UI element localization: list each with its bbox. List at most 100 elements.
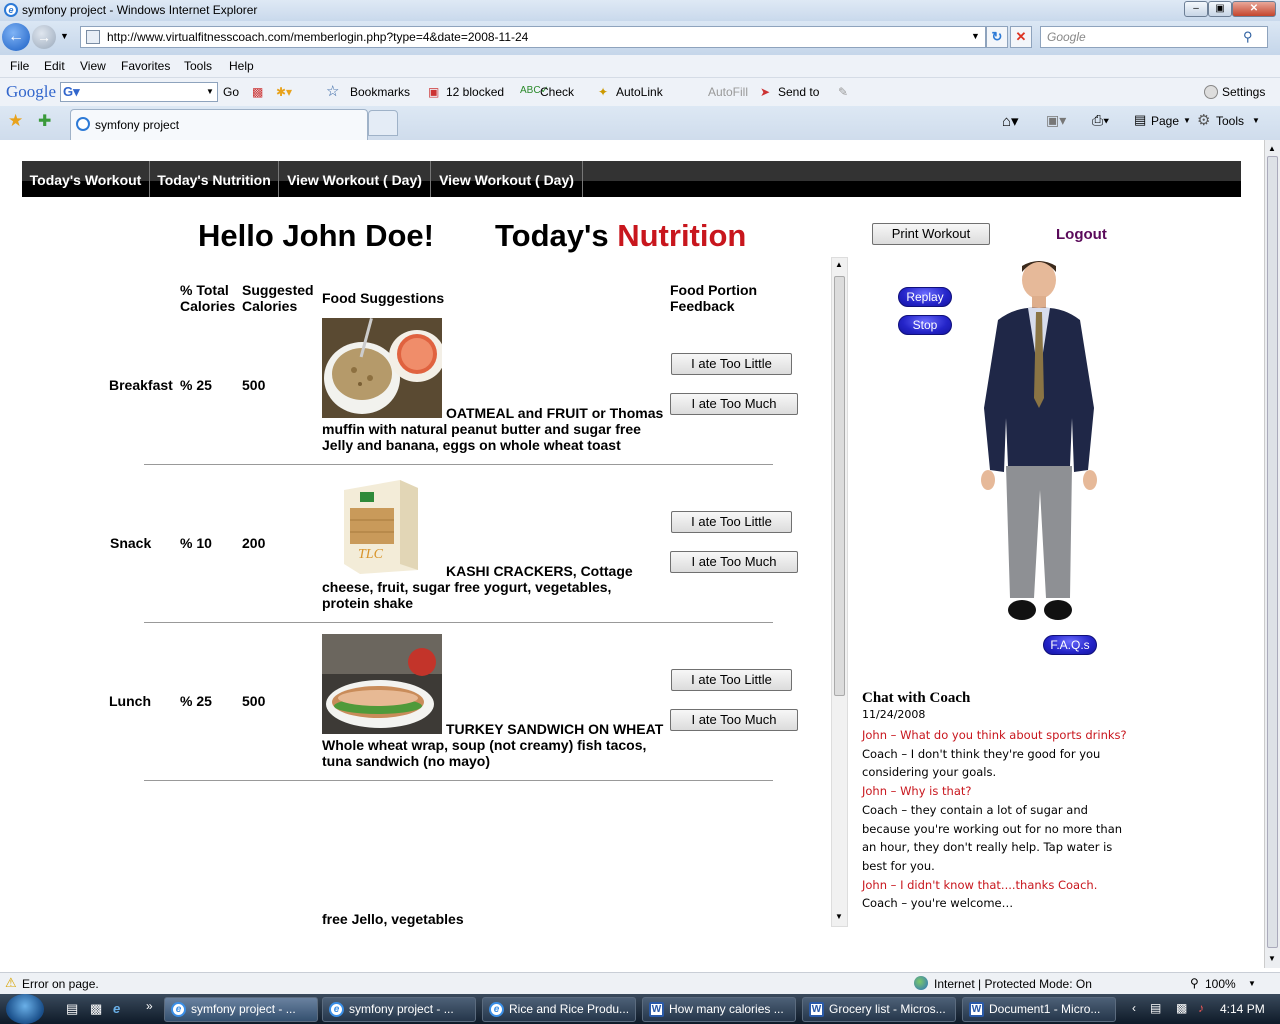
home-icon[interactable]: ⌂▾ (1002, 112, 1019, 130)
autolink-button[interactable]: AutoLink (616, 85, 663, 99)
col-header-food-suggestions: Food Suggestions (322, 290, 445, 306)
maximize-button[interactable]: ▣ (1208, 1, 1232, 17)
col-header-suggested-line1: Suggested (242, 282, 314, 298)
nav-view-workout-1[interactable]: View Workout ( Day) (279, 161, 431, 197)
popup-blocked-count[interactable]: 12 blocked (446, 85, 504, 99)
quicklaunch-ie-icon[interactable]: e (113, 1001, 120, 1016)
start-button[interactable] (6, 994, 44, 1024)
food-line: Whole wheat wrap, soup (not creamy) fish… (322, 737, 647, 753)
menu-edit[interactable]: Edit (44, 59, 65, 73)
bookmarks-button[interactable]: Bookmarks (350, 85, 410, 99)
news-icon[interactable]: ▩ (252, 85, 263, 99)
menu-help[interactable]: Help (229, 59, 254, 73)
google-logo: Google (6, 82, 57, 101)
tray-volume-icon[interactable]: ♪ (1198, 1001, 1204, 1015)
google-search-input[interactable]: G▾ ▼ (60, 82, 218, 102)
row-separator (144, 780, 773, 781)
faqs-button[interactable]: F.A.Q.s (1043, 635, 1097, 655)
show-desktop-icon[interactable]: ▤ (66, 1001, 78, 1017)
popup-blocker-icon: ▣ (428, 85, 440, 99)
tab-active[interactable]: symfony project (70, 109, 368, 140)
menu-view[interactable]: View (80, 59, 106, 73)
refresh-button[interactable]: ↻ (986, 26, 1008, 48)
print-icon[interactable]: ⎙▾ (1092, 112, 1109, 129)
taskbar-item[interactable]: W Document1 - Micro... (962, 997, 1116, 1022)
tools-menu-chevron-icon[interactable]: ▼ (1252, 116, 1260, 125)
feeds-icon[interactable]: ▣▾ (1046, 112, 1066, 129)
meal-pct-breakfast: % 25 (180, 377, 212, 393)
logout-link[interactable]: Logout (1056, 226, 1107, 243)
minimize-button[interactable]: – (1184, 1, 1208, 17)
settings-button[interactable]: Settings (1222, 85, 1265, 99)
add-favorites-icon[interactable]: ✚ (38, 111, 51, 131)
page-menu[interactable]: Page (1151, 114, 1179, 128)
taskbar-item[interactable]: e symfony project - ... (322, 997, 476, 1022)
search-input[interactable]: Google ⚲ (1040, 26, 1268, 48)
menu-tools[interactable]: Tools (184, 59, 212, 73)
tray-network-icon[interactable]: ▤ (1150, 1001, 1161, 1015)
taskbar-item[interactable]: e Rice and Rice Produ... (482, 997, 636, 1022)
content-scrollbar[interactable]: ▲ ▼ (831, 257, 848, 927)
history-dropdown-icon[interactable]: ▼ (60, 31, 69, 41)
page-scrollbar[interactable]: ▲ ▼ (1264, 140, 1280, 968)
favorites-star-icon[interactable]: ★ (8, 111, 23, 131)
sendto-button[interactable]: Send to (778, 85, 819, 99)
tray-expand-icon[interactable]: ‹ (1132, 1001, 1136, 1015)
svg-text:TLC: TLC (358, 547, 384, 562)
bookmark-star-icon[interactable]: ✱▾ (276, 85, 292, 99)
nav-view-workout-2[interactable]: View Workout ( Day) (431, 161, 583, 197)
close-button[interactable]: ✕ (1232, 1, 1276, 17)
scroll-down-arrow-icon[interactable]: ▼ (835, 912, 843, 921)
google-dropdown-icon[interactable]: ▼ (206, 87, 214, 96)
stop-avatar-button[interactable]: Stop (898, 315, 952, 335)
stop-button[interactable]: ✕ (1010, 26, 1032, 48)
scrollbar-thumb[interactable] (834, 276, 845, 696)
address-bar[interactable]: http://www.virtualfitnesscoach.com/membe… (80, 26, 986, 48)
taskbar-item[interactable]: W How many calories ... (642, 997, 796, 1022)
new-tab-button[interactable] (368, 110, 398, 136)
warning-icon[interactable]: ⚠ (5, 975, 17, 991)
page-menu-chevron-icon[interactable]: ▼ (1183, 116, 1191, 125)
security-zone[interactable]: Internet | Protected Mode: On (934, 977, 1092, 991)
menu-favorites[interactable]: Favorites (121, 59, 170, 73)
tab-page-icon (76, 117, 90, 131)
taskbar-item-label: Grocery list - Micros... (829, 1002, 946, 1016)
snack-food-image: TLC (338, 478, 420, 574)
lunch-too-much-button[interactable]: I ate Too Much (670, 709, 798, 731)
page-scrollbar-thumb[interactable] (1267, 156, 1278, 948)
snack-too-much-button[interactable]: I ate Too Much (670, 551, 798, 573)
taskbar-item[interactable]: e symfony project - ... (164, 997, 318, 1022)
switch-windows-icon[interactable]: ▩ (90, 1001, 102, 1017)
menu-file[interactable]: File (10, 59, 29, 73)
page-scroll-up-icon[interactable]: ▲ (1268, 144, 1276, 153)
nav-todays-workout[interactable]: Today's Workout (22, 161, 150, 197)
chat-message-user: John – I didn't know that....thanks Coac… (862, 877, 1098, 892)
nav-todays-nutrition[interactable]: Today's Nutrition (150, 161, 279, 197)
print-workout-button[interactable]: Print Workout (872, 223, 990, 245)
highlight-icon[interactable]: ✎ (838, 85, 848, 99)
breakfast-too-much-button[interactable]: I ate Too Much (670, 393, 798, 415)
replay-button[interactable]: Replay (898, 287, 952, 307)
quicklaunch-more-icon[interactable]: » (146, 999, 153, 1013)
scroll-up-arrow-icon[interactable]: ▲ (835, 260, 843, 269)
status-text[interactable]: Error on page. (22, 977, 99, 991)
snack-too-little-button[interactable]: I ate Too Little (671, 511, 792, 533)
google-go-button[interactable]: Go (223, 85, 239, 99)
forward-button[interactable]: → (32, 25, 56, 49)
tools-menu[interactable]: Tools (1216, 114, 1244, 128)
tray-monitor-icon[interactable]: ▩ (1176, 1001, 1187, 1015)
chat-message-user: John – Why is that? (862, 784, 972, 799)
lunch-too-little-button[interactable]: I ate Too Little (671, 669, 792, 691)
search-icon[interactable]: ⚲ (1243, 29, 1253, 45)
check-button[interactable]: Check (540, 85, 574, 99)
taskbar-item[interactable]: W Grocery list - Micros... (802, 997, 956, 1022)
taskbar-clock[interactable]: 4:14 PM (1220, 1002, 1265, 1016)
page-scroll-down-icon[interactable]: ▼ (1268, 954, 1276, 963)
back-button[interactable]: ← (2, 23, 30, 51)
food-line: KASHI CRACKERS, Cottage (446, 563, 633, 579)
breakfast-too-little-button[interactable]: I ate Too Little (671, 353, 792, 375)
chat-message-user: John – What do you think about sports dr… (862, 728, 1127, 742)
zoom-dropdown-icon[interactable]: ▼ (1248, 979, 1256, 988)
address-dropdown-icon[interactable]: ▼ (971, 31, 980, 41)
zoom-level[interactable]: 100% (1205, 977, 1236, 991)
